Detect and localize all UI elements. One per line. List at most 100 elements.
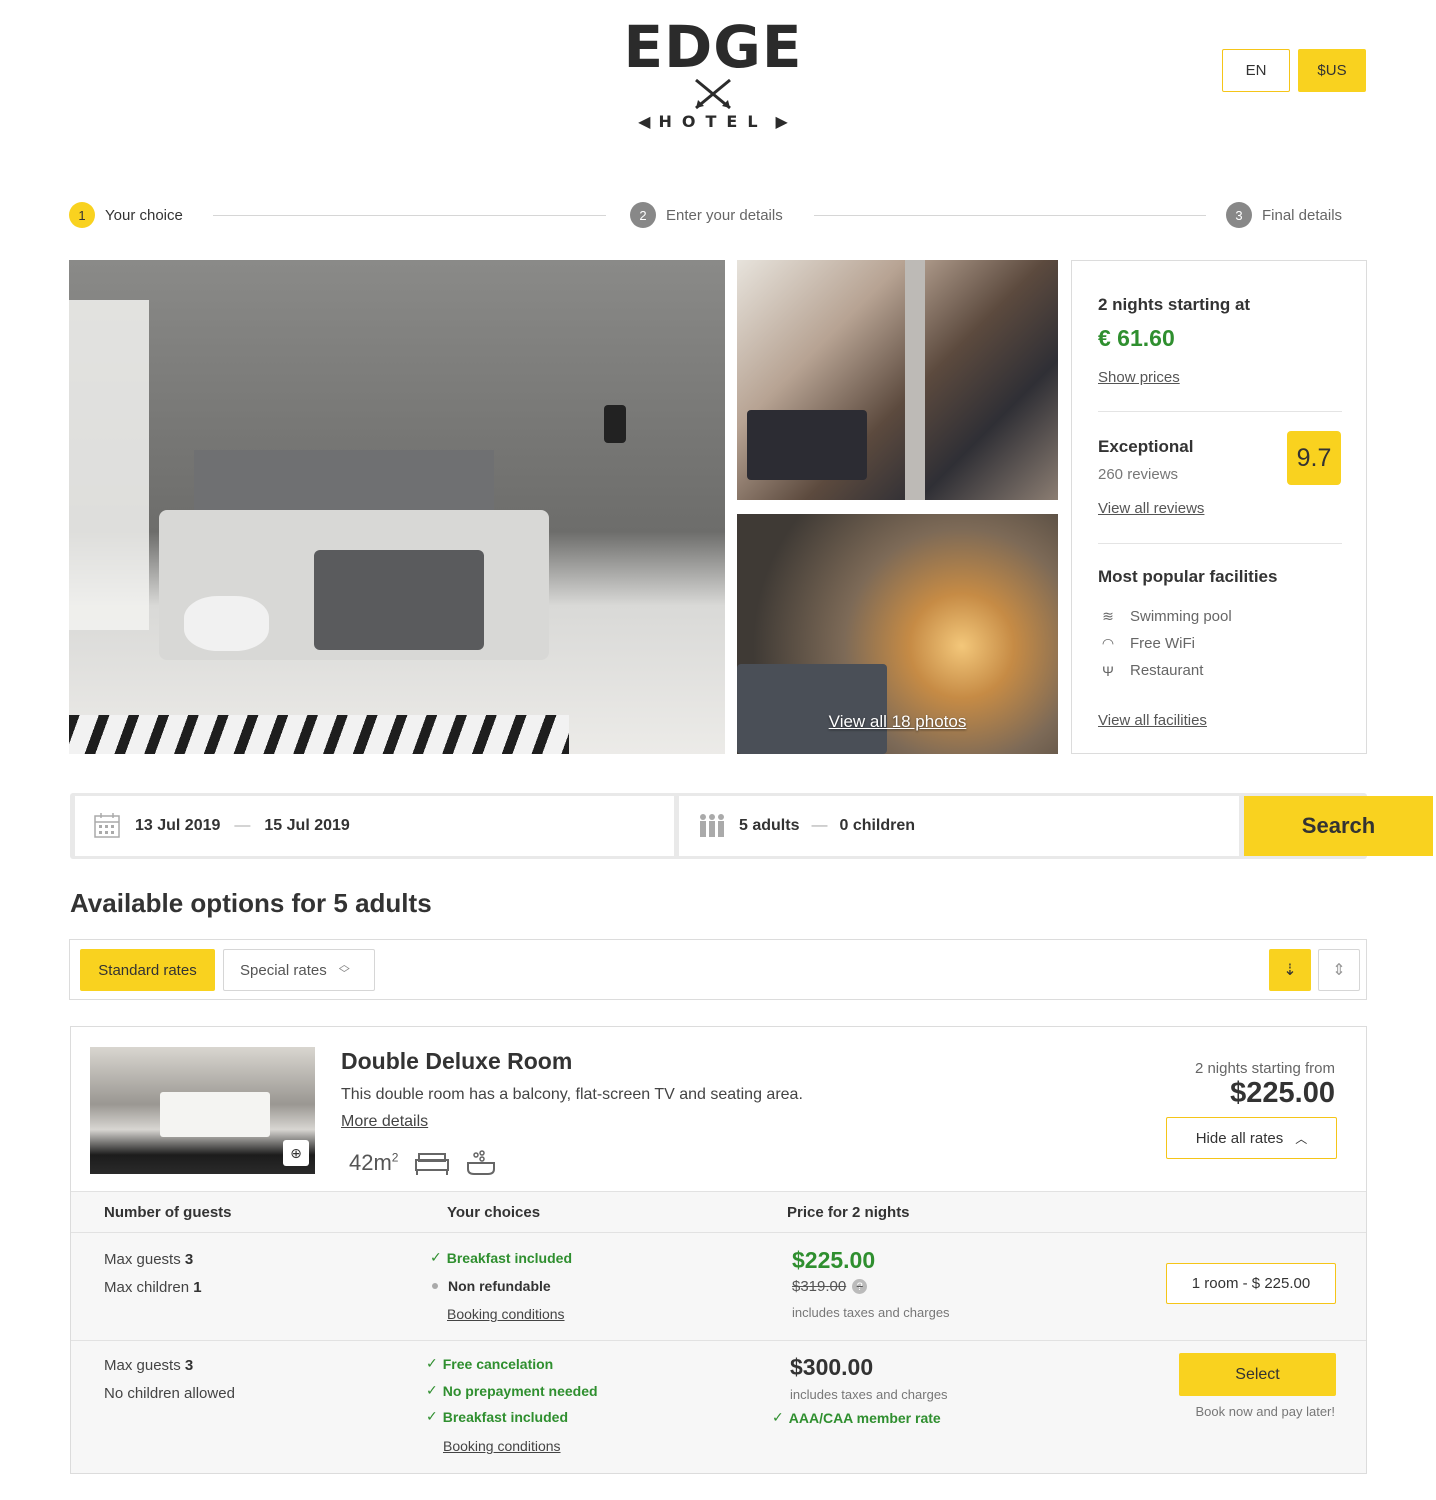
step-number: 2 bbox=[630, 202, 656, 228]
review-count: 260 reviews bbox=[1098, 466, 1179, 483]
divider bbox=[1098, 411, 1342, 412]
check-icon: ✓ bbox=[426, 1382, 438, 1398]
max-guests: Max guests 3 bbox=[104, 1251, 193, 1268]
language-button[interactable]: EN bbox=[1222, 49, 1290, 92]
view-facilities-link[interactable]: View all facilities bbox=[1098, 712, 1207, 729]
check-icon: ✓ bbox=[426, 1355, 438, 1371]
room-description: This double room has a balcony, flat-scr… bbox=[341, 1086, 803, 1103]
updown-chevron-icon: ︿ ﹀ bbox=[338, 959, 350, 980]
pay-later-note: Book now and pay later! bbox=[1195, 1404, 1335, 1419]
choice-label: No prepayment needed bbox=[442, 1382, 598, 1399]
step-enter-details: 2 Enter your details bbox=[630, 202, 783, 228]
hotel-summary-card: 2 nights starting at € 61.60 Show prices… bbox=[1071, 260, 1367, 754]
view-reviews-link[interactable]: View all reviews bbox=[1098, 500, 1204, 517]
expand-all-button[interactable]: ⇕ bbox=[1318, 949, 1360, 991]
bed-shape bbox=[737, 664, 887, 754]
date-separator: — bbox=[234, 817, 251, 834]
expand-icon: ⇕ bbox=[1332, 962, 1346, 979]
old-price: $319.00 ? bbox=[792, 1278, 868, 1295]
rate-row: Max guests 3 Max children 1 ✓ Breakfast … bbox=[71, 1233, 1366, 1341]
divider bbox=[1098, 543, 1342, 544]
starting-price: € 61.60 bbox=[1098, 325, 1175, 351]
choice-label: Breakfast included bbox=[442, 1408, 568, 1425]
room-thumbnail[interactable]: ⊕ bbox=[90, 1047, 315, 1174]
old-price-value: $319.00 bbox=[792, 1278, 847, 1295]
logo-subtitle: ◀ HOTEL ▶ bbox=[618, 112, 808, 131]
main-room-photo[interactable] bbox=[69, 260, 725, 754]
room-size: 42m2 bbox=[349, 1149, 496, 1177]
step-label: Enter your details bbox=[666, 206, 783, 224]
brick-room-photo[interactable]: View all 18 photos bbox=[737, 514, 1058, 754]
zoom-icon[interactable]: ⊕ bbox=[283, 1140, 309, 1166]
logo-sub-text: HOTEL bbox=[658, 112, 768, 131]
member-rate-label: AAA/CAA member rate bbox=[788, 1409, 941, 1426]
column-header: Your choices bbox=[447, 1204, 541, 1221]
step-your-choice: 1 Your choice bbox=[69, 202, 183, 228]
room-card: ⊕ Double Deluxe Room This double room ha… bbox=[70, 1026, 1367, 1474]
rate-filter-bar: Standard rates Special rates ︿ ﹀ ⇣ ⇕ bbox=[69, 939, 1367, 1000]
room-area-unit: 2 bbox=[391, 1150, 399, 1165]
curtain-shape bbox=[69, 300, 149, 630]
max-guests-value: 3 bbox=[184, 1357, 194, 1374]
show-prices-link[interactable]: Show prices bbox=[1098, 369, 1180, 386]
standard-rates-button[interactable]: Standard rates bbox=[80, 949, 215, 991]
date-range-field[interactable]: 13 Jul 2019 — 15 Jul 2019 bbox=[75, 796, 674, 856]
collapse-icon: ⇣ bbox=[1283, 962, 1297, 979]
choice-label: Breakfast included bbox=[446, 1249, 572, 1266]
step-label: Final details bbox=[1262, 206, 1343, 224]
special-rates-dropdown[interactable]: Special rates ︿ ﹀ bbox=[223, 949, 375, 991]
choice-label: Non refundable bbox=[448, 1278, 551, 1294]
hide-all-rates-button[interactable]: Hide all rates ︿ bbox=[1166, 1117, 1337, 1159]
booking-conditions-link[interactable]: Booking conditions bbox=[447, 1306, 565, 1322]
stool-shape bbox=[184, 596, 269, 651]
arrow-left-icon: ◀ bbox=[638, 112, 651, 131]
max-children: Max children 1 bbox=[104, 1279, 202, 1296]
choice-item: ✓ Breakfast included bbox=[426, 1408, 568, 1425]
chevron-up-icon: ︿ bbox=[1295, 1131, 1308, 1146]
room-from-label: 2 nights starting from bbox=[1194, 1060, 1335, 1077]
room-area-value: 42m bbox=[349, 1150, 392, 1175]
member-rate: ✓ AAA/CAA member rate bbox=[772, 1409, 941, 1426]
check-icon: ✓ bbox=[426, 1408, 438, 1424]
choice-item: ✓ Free cancelation bbox=[426, 1355, 553, 1372]
check-out-date: 15 Jul 2019 bbox=[264, 817, 350, 834]
children-count: 0 children bbox=[839, 817, 916, 834]
facility-label: Restaurant bbox=[1130, 662, 1204, 679]
more-details-link[interactable]: More details bbox=[341, 1113, 428, 1131]
view-all-photos-link[interactable]: View all 18 photos bbox=[737, 712, 1058, 732]
room-area: 42m2 bbox=[349, 1150, 398, 1176]
calendar-icon bbox=[94, 813, 120, 838]
floor-lamp-shape bbox=[604, 405, 626, 443]
book-room-button[interactable]: 1 room - $ 225.00 bbox=[1166, 1263, 1336, 1304]
hide-rates-label: Hide all rates bbox=[1195, 1129, 1284, 1147]
hotel-logo[interactable]: EDGE ◀ HOTEL ▶ bbox=[618, 18, 808, 138]
bed-shape bbox=[747, 410, 867, 480]
select-rate-button[interactable]: Select bbox=[1179, 1353, 1336, 1396]
currency-button[interactable]: $US bbox=[1298, 49, 1366, 92]
step-divider bbox=[213, 215, 606, 216]
rates-table-header: Number of guests Your choices Price for … bbox=[71, 1191, 1366, 1233]
booking-conditions-link[interactable]: Booking conditions bbox=[443, 1438, 561, 1454]
pillar-shape bbox=[905, 260, 925, 500]
collapse-all-button[interactable]: ⇣ bbox=[1269, 949, 1311, 991]
help-icon[interactable]: ? bbox=[852, 1279, 868, 1294]
guests-field[interactable]: 5 adults — 0 children bbox=[679, 796, 1239, 856]
step-label: Your choice bbox=[105, 206, 183, 224]
arrow-right-icon: ▶ bbox=[775, 112, 788, 131]
check-icon: ✓ bbox=[430, 1249, 442, 1265]
max-guests-label: Max guests bbox=[104, 1251, 181, 1268]
loft-room-photo[interactable] bbox=[737, 260, 1058, 500]
room-name: Double Deluxe Room bbox=[341, 1048, 573, 1074]
guests-separator: — bbox=[811, 817, 828, 834]
special-rates-label: Special rates bbox=[240, 961, 327, 979]
max-guests: Max guests 3 bbox=[104, 1357, 193, 1374]
column-header: Number of guests bbox=[104, 1204, 232, 1221]
facility-item: ◠ Free WiFi bbox=[1098, 635, 1195, 652]
price-note: includes taxes and charges bbox=[792, 1305, 950, 1320]
search-button[interactable]: Search bbox=[1244, 796, 1433, 856]
score-badge: 9.7 bbox=[1287, 431, 1341, 485]
striped-rug-shape bbox=[69, 715, 569, 754]
nights-label: 2 nights starting at bbox=[1098, 295, 1251, 314]
facility-item: ≋ Swimming pool bbox=[1098, 608, 1232, 625]
crossed-arrows-icon bbox=[618, 76, 808, 112]
